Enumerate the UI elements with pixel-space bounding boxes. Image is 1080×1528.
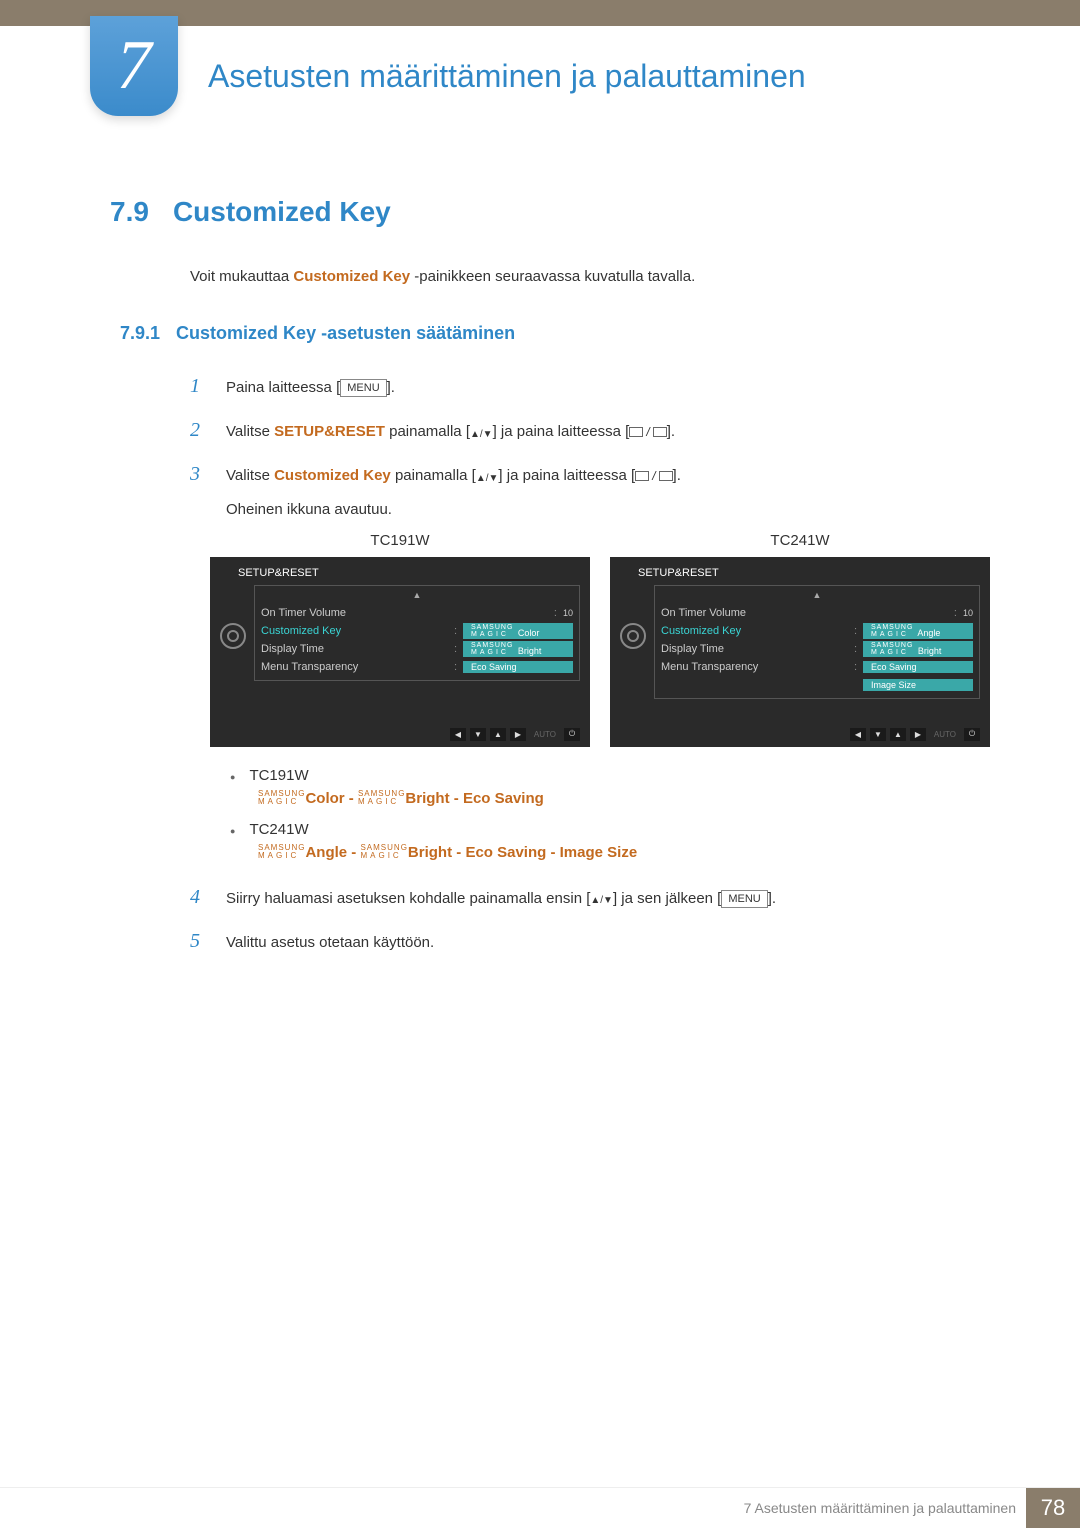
up-down-icon: [590, 882, 613, 915]
bullet-label: TC241W: [249, 821, 308, 838]
osd-value-image-size: Image Size: [863, 679, 973, 691]
bullet-icon: ●: [230, 826, 235, 836]
chapter-header: 7 Asetusten määrittäminen ja palauttamin…: [0, 16, 1080, 116]
menu-button-label: MENU: [721, 890, 767, 908]
nav-down-icon: ▼: [870, 728, 886, 741]
osd-column-right: TC241W SETUP&RESET ▲ On Timer Volume: 10…: [610, 532, 990, 747]
osd-value-magic-bright: SAMSUNGMAGIC Bright: [463, 641, 573, 657]
steps-list-cont: 4 Siirry haluamasi asetuksen kohdalle pa…: [190, 875, 990, 963]
osd-row-display-time: Display Time: SAMSUNGMAGIC Bright: [261, 640, 573, 658]
nav-left-icon: ◀: [850, 728, 866, 741]
step-number: 3: [190, 452, 208, 496]
osd-value-magic-color: SAMSUNGMAGIC Color: [463, 623, 573, 639]
osd-row-display-time: Display Time: SAMSUNGMAGIC Bright: [661, 640, 973, 658]
osd-navbar: ◀ ▼ ▲ ▶ AUTO ⏻: [850, 728, 980, 741]
subsection-number: 7.9.1: [120, 323, 160, 344]
bullet-tc191w: ● TC191W: [230, 767, 990, 784]
nav-auto-label: AUTO: [930, 730, 960, 739]
bullet-tc241w: ● TC241W: [230, 821, 990, 838]
rect-slash-rect-icon: /: [635, 463, 672, 489]
nav-power-icon: ⏻: [564, 728, 580, 741]
footer-page-number: 78: [1026, 1488, 1080, 1528]
steps-list: 1 Paina laitteessa [MENU]. 2 Valitse SET…: [190, 364, 990, 526]
scroll-up-icon: ▲: [261, 590, 573, 600]
section-number: 7.9: [110, 196, 149, 228]
step-4: 4 Siirry haluamasi asetuksen kohdalle pa…: [190, 875, 990, 919]
subsection-title: Customized Key -asetusten säätäminen: [176, 323, 515, 344]
chapter-number-badge: 7: [90, 16, 178, 116]
step-text: Siirry haluamasi asetuksen kohdalle pain…: [226, 882, 776, 916]
osd-panel-tc241w: SETUP&RESET ▲ On Timer Volume: 10 Custom…: [610, 557, 990, 747]
nav-right-icon: ▶: [910, 728, 926, 741]
osd-value-eco: Eco Saving: [463, 661, 573, 673]
osd-row-menu-transparency: Menu Transparency: Eco Saving: [261, 658, 573, 676]
up-down-icon: [476, 460, 499, 493]
section-heading: 7.9 Customized Key: [110, 196, 990, 228]
osd-value-eco: Eco Saving: [863, 661, 973, 673]
step-text: Valittu asetus otetaan käyttöön.: [226, 926, 434, 959]
options-line-tc241w: SAMSUNGMAGICAngle - SAMSUNGMAGICBright -…: [258, 844, 990, 861]
step-number: 1: [190, 364, 208, 408]
osd-value-magic-bright: SAMSUNGMAGIC Bright: [863, 641, 973, 657]
osd-row-menu-transparency: Menu Transparency: Eco Saving: [661, 658, 973, 676]
step-number: 4: [190, 875, 208, 919]
osd-list: ▲ On Timer Volume: 10 Customized Key: SA…: [654, 585, 980, 699]
step-text: Valitse Customized Key painamalla [] ja …: [226, 459, 681, 526]
nav-right-icon: ▶: [510, 728, 526, 741]
rect-slash-rect-icon: /: [629, 419, 666, 445]
nav-down-icon: ▼: [470, 728, 486, 741]
osd-list: ▲ On Timer Volume: 10 Customized Key: SA…: [254, 585, 580, 681]
osd-header: SETUP&RESET: [238, 567, 580, 579]
osd-model-label: TC241W: [610, 532, 990, 549]
nav-up-icon: ▲: [490, 728, 506, 741]
osd-row-on-timer-volume: On Timer Volume: 10: [261, 604, 573, 622]
osd-navbar: ◀ ▼ ▲ ▶ AUTO ⏻: [450, 728, 580, 741]
step-1: 1 Paina laitteessa [MENU].: [190, 364, 990, 408]
osd-row-customized-key: Customized Key: SAMSUNGMAGIC Color: [261, 622, 573, 640]
footer-chapter-label: 7 Asetusten määrittäminen ja palauttamin…: [744, 1500, 1026, 1516]
options-line-tc191w: SAMSUNGMAGICColor - SAMSUNGMAGICBright -…: [258, 790, 990, 807]
step-5: 5 Valittu asetus otetaan käyttöön.: [190, 919, 990, 963]
intro-paragraph: Voit mukauttaa Customized Key -painikkee…: [190, 268, 990, 285]
osd-header: SETUP&RESET: [638, 567, 980, 579]
scroll-up-icon: ▲: [661, 590, 973, 600]
page-content: 7.9 Customized Key Voit mukauttaa Custom…: [0, 116, 1080, 963]
chapter-number: 7: [117, 26, 152, 106]
nav-up-icon: ▲: [890, 728, 906, 741]
nav-auto-label: AUTO: [530, 730, 560, 739]
osd-panel-tc191w: SETUP&RESET ▲ On Timer Volume: 10 Custom…: [210, 557, 590, 747]
up-down-icon: [470, 416, 493, 449]
osd-model-label: TC191W: [210, 532, 590, 549]
gear-icon: [220, 623, 246, 649]
step-number: 5: [190, 919, 208, 963]
bullet-icon: ●: [230, 772, 235, 782]
nav-power-icon: ⏻: [964, 728, 980, 741]
step-number: 2: [190, 408, 208, 452]
menu-button-label: MENU: [340, 379, 386, 397]
osd-row-on-timer-volume: On Timer Volume: 10: [661, 604, 973, 622]
intro-post: -painikkeen seuraavassa kuvatulla tavall…: [410, 268, 695, 285]
intro-pre: Voit mukauttaa: [190, 268, 293, 285]
step-text: Paina laitteessa [MENU].: [226, 371, 395, 404]
model-options: ● TC191W SAMSUNGMAGICColor - SAMSUNGMAGI…: [230, 767, 990, 861]
chapter-title: Asetusten määrittäminen ja palauttaminen: [208, 58, 806, 95]
subsection-heading: 7.9.1 Customized Key -asetusten säätämin…: [120, 323, 990, 344]
bullet-label: TC191W: [249, 767, 308, 784]
gear-icon: [620, 623, 646, 649]
section-title: Customized Key: [173, 196, 391, 228]
osd-value-magic-angle: SAMSUNGMAGIC Angle: [863, 623, 973, 639]
osd-row-image-size: Image Size: [661, 676, 973, 694]
osd-screenshots-row: TC191W SETUP&RESET ▲ On Timer Volume: 10…: [210, 532, 990, 747]
osd-column-left: TC191W SETUP&RESET ▲ On Timer Volume: 10…: [210, 532, 590, 747]
step-text: Valitse SETUP&RESET painamalla [] ja pai…: [226, 415, 675, 449]
nav-left-icon: ◀: [450, 728, 466, 741]
intro-keyword: Customized Key: [293, 268, 410, 285]
page-footer: 7 Asetusten määrittäminen ja palauttamin…: [0, 1487, 1080, 1527]
step-2: 2 Valitse SETUP&RESET painamalla [] ja p…: [190, 408, 990, 452]
step-3: 3 Valitse Customized Key painamalla [] j…: [190, 452, 990, 526]
osd-row-customized-key: Customized Key: SAMSUNGMAGIC Angle: [661, 622, 973, 640]
